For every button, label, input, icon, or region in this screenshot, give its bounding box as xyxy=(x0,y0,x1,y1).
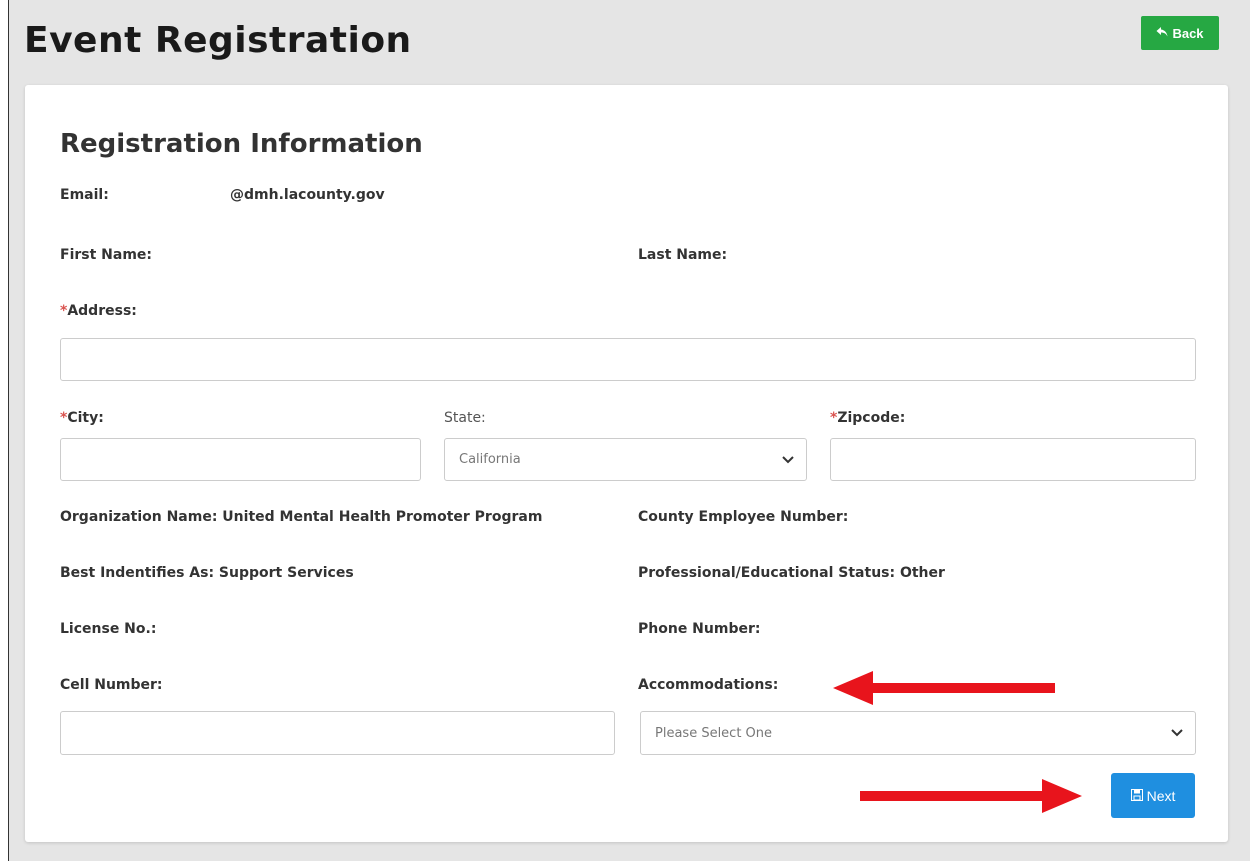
address-input[interactable] xyxy=(60,338,1196,381)
zipcode-label: *Zipcode: xyxy=(830,410,906,426)
zipcode-input[interactable] xyxy=(830,438,1196,481)
email-value: @dmh.lacounty.gov xyxy=(230,187,385,203)
city-label: *City: xyxy=(60,410,104,426)
back-button-label: Back xyxy=(1172,25,1204,41)
chevron-down-icon xyxy=(782,455,794,463)
back-button[interactable]: Back xyxy=(1141,16,1219,50)
chevron-down-icon xyxy=(1171,729,1183,737)
annotation-arrow-right-icon xyxy=(860,779,1082,813)
professional-status: Professional/Educational Status: Other xyxy=(638,565,945,581)
last-name-label: Last Name: xyxy=(638,247,728,263)
county-employee-number: County Employee Number: xyxy=(638,509,849,525)
license-no: License No.: xyxy=(60,621,157,637)
city-input[interactable] xyxy=(60,438,421,481)
cell-number-input[interactable] xyxy=(60,711,615,755)
save-disk-icon xyxy=(1130,788,1143,804)
section-title: Registration Information xyxy=(60,129,423,159)
annotation-arrow-left-icon xyxy=(833,671,1055,705)
cell-number-label: Cell Number: xyxy=(60,677,163,693)
best-identifies-as: Best Indentifies As: Support Services xyxy=(60,565,354,581)
next-button-label: Next xyxy=(1146,787,1176,804)
state-select[interactable]: California xyxy=(444,438,807,481)
reply-arrow-icon xyxy=(1156,26,1168,41)
phone-number: Phone Number: xyxy=(638,621,761,637)
address-label: *Address: xyxy=(60,303,137,319)
email-label: Email: xyxy=(60,187,109,203)
first-name-label: First Name: xyxy=(60,247,153,263)
window-left-edge xyxy=(0,0,9,861)
accommodations-selected-value: Please Select One xyxy=(655,725,773,741)
state-label: State: xyxy=(444,410,486,426)
organization-name: Organization Name: United Mental Health … xyxy=(60,509,543,525)
state-selected-value: California xyxy=(459,452,521,467)
registration-card: Registration Information Email: @dmh.lac… xyxy=(25,85,1228,842)
page-title: Event Registration xyxy=(24,20,412,61)
next-button[interactable]: Next xyxy=(1111,773,1195,818)
accommodations-label: Accommodations: xyxy=(638,677,779,693)
accommodations-select[interactable]: Please Select One xyxy=(640,711,1196,755)
